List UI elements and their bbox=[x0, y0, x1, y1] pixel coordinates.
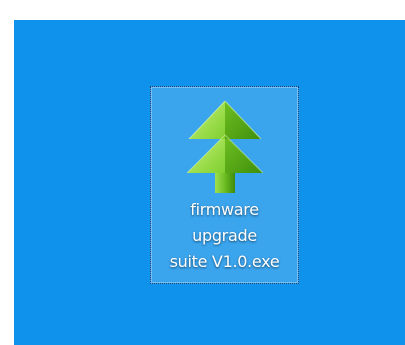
desktop-background[interactable]: firmware upgrade suite V1.0.exe bbox=[14, 20, 405, 345]
desktop-file-icon[interactable]: firmware upgrade suite V1.0.exe bbox=[150, 86, 299, 284]
screenshot-frame: firmware upgrade suite V1.0.exe bbox=[0, 0, 405, 345]
green-double-arrow-up-icon bbox=[181, 101, 269, 194]
file-name-label: firmware upgrade suite V1.0.exe bbox=[169, 200, 280, 271]
